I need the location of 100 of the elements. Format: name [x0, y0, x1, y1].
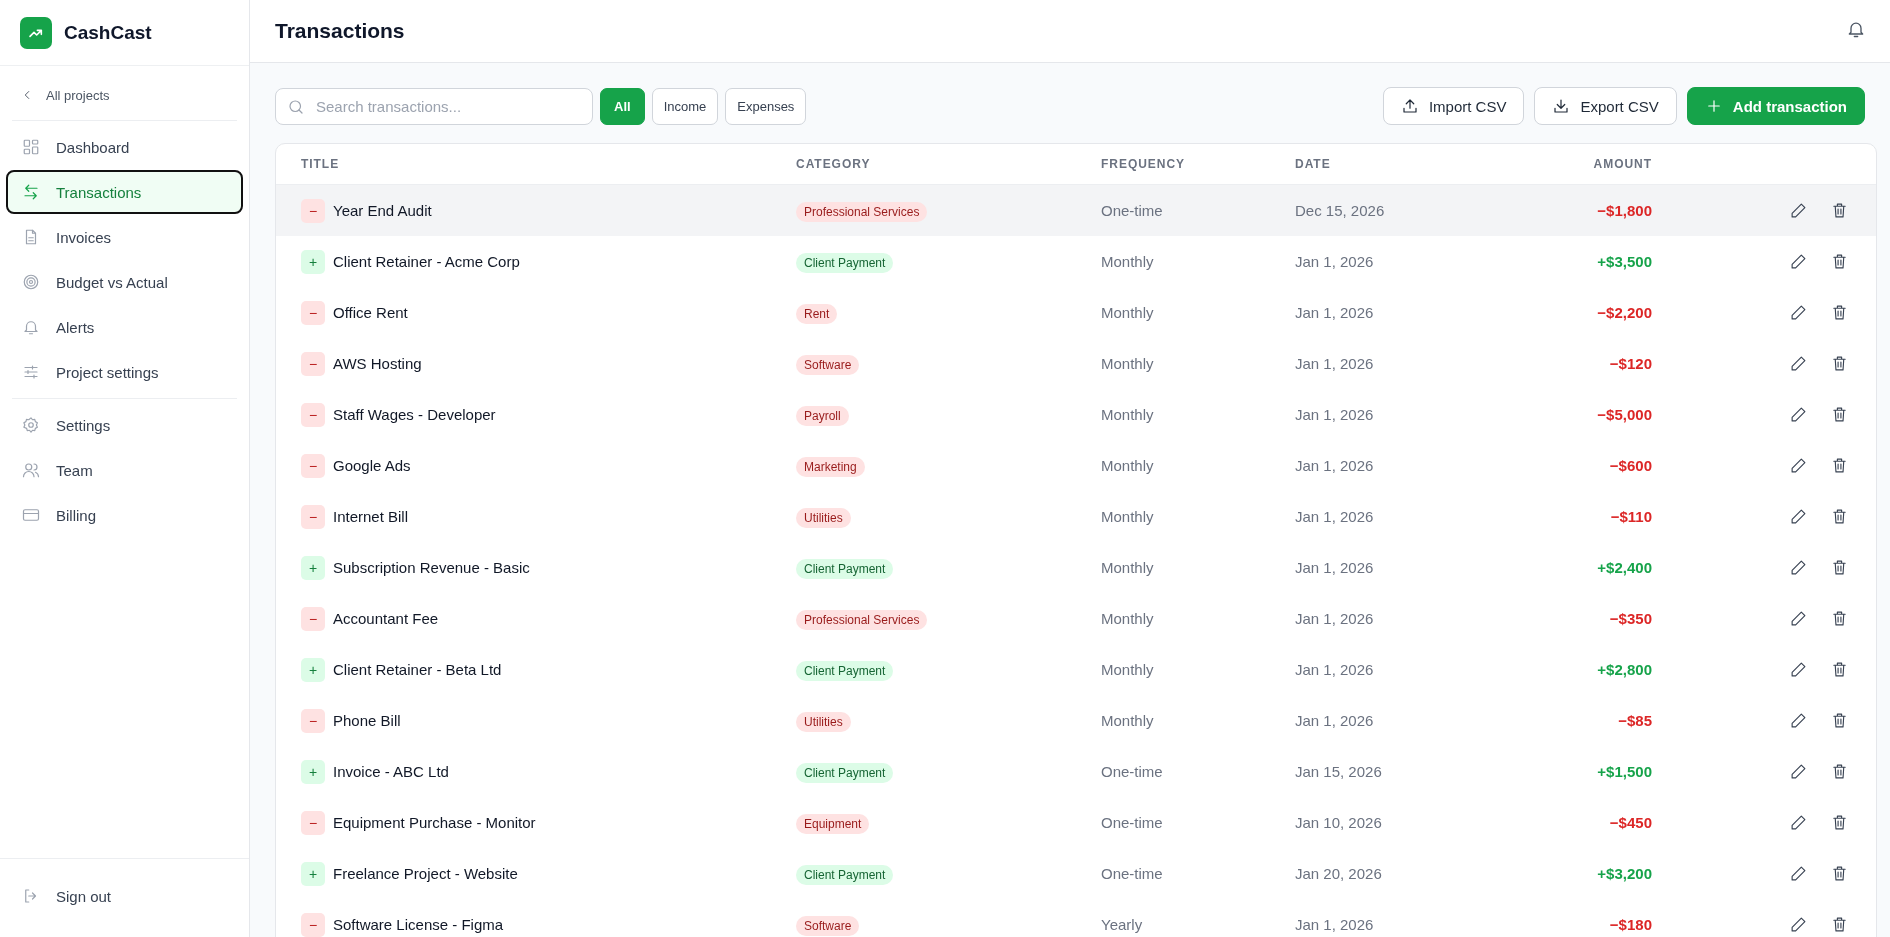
table-row[interactable]: − Internet Bill Utilities Monthly Jan 1, 2026 −$110	[276, 491, 1876, 542]
trash-icon[interactable]	[1831, 457, 1848, 474]
search-field[interactable]: Search transactions...	[275, 87, 593, 125]
date-cell-text: Jan 1, 2026	[1295, 559, 1375, 576]
title-cell: Staff Wages - Developer	[333, 406, 496, 423]
sign-badge: −	[301, 504, 325, 529]
trash-icon[interactable]	[1831, 559, 1848, 576]
title-cell: Year End Audit	[333, 202, 432, 219]
frequency-cell-text: Monthly	[1101, 253, 1155, 270]
date-cell-text: Jan 1, 2026	[1295, 661, 1375, 678]
table-row[interactable]: − Google Ads Marketing Monthly Jan 1, 2026 −$600	[276, 440, 1876, 491]
date-cell-text: Jan 1, 2026	[1295, 253, 1375, 270]
table-row[interactable]: − Staff Wages - Developer Payroll Monthly Jan 1, 2026 −$5,000	[276, 389, 1876, 440]
trash-icon[interactable]	[1831, 712, 1848, 729]
sign-badge: +	[301, 249, 325, 274]
export-button[interactable]: Export CSV	[1534, 87, 1677, 125]
search-icon	[287, 97, 305, 116]
download-icon	[1552, 97, 1571, 115]
amount-cell: −$5,000	[1597, 406, 1652, 423]
sign-badge: +	[301, 759, 325, 784]
table-row[interactable]: + Freelance Project - Website Client Payment One-time Jan 20, 2026 +$3,200	[276, 848, 1876, 899]
nav-item[interactable]: Project settings	[6, 350, 243, 394]
category-tag: Software	[796, 916, 860, 936]
trash-icon[interactable]	[1831, 304, 1848, 321]
title-cell: Phone Bill	[333, 712, 401, 729]
table-row[interactable]: − Year End Audit Professional Services One-time Dec 15, 2026 −$1,800	[276, 185, 1876, 236]
trash-icon[interactable]	[1831, 253, 1848, 270]
table-row[interactable]: + Subscription Revenue - Basic Client Payment Monthly Jan 1, 2026 +$2,400	[276, 542, 1876, 593]
amount-cell: +$3,500	[1597, 253, 1652, 270]
table-row[interactable]: − Equipment Purchase - Monitor Equipment One-time Jan 10, 2026 −$450	[276, 797, 1876, 848]
amount-cell: −$85	[1618, 712, 1652, 729]
pencil-icon[interactable]	[1790, 712, 1807, 729]
category-tag: Rent	[796, 304, 838, 324]
trash-icon[interactable]	[1831, 814, 1848, 831]
category-tag: Client Payment	[796, 763, 894, 783]
date-cell-text: Jan 1, 2026	[1295, 457, 1375, 474]
frequency-cell-text: Monthly	[1101, 559, 1155, 576]
category-tag: Client Payment	[796, 253, 894, 273]
logo-icon	[20, 16, 52, 49]
pencil-icon[interactable]	[1790, 610, 1807, 627]
gear-icon	[22, 416, 40, 434]
pencil-icon[interactable]	[1790, 202, 1807, 219]
filter-tab[interactable]: Expenses	[725, 87, 807, 125]
table-row[interactable]: + Client Retainer - Beta Ltd Client Payment Monthly Jan 1, 2026 +$2,800	[276, 644, 1876, 695]
nav-item[interactable]: Team	[6, 448, 243, 492]
amount-cell: +$2,400	[1597, 559, 1652, 576]
nav-item[interactable]: Invoices	[6, 215, 243, 259]
amount-cell: −$180	[1609, 916, 1652, 933]
category-tag: Client Payment	[796, 865, 894, 885]
title-cell: Subscription Revenue - Basic	[333, 559, 530, 576]
trash-icon[interactable]	[1831, 202, 1848, 219]
pencil-icon[interactable]	[1790, 763, 1807, 780]
nav-item[interactable]: Transactions	[6, 170, 243, 214]
pencil-icon[interactable]	[1790, 457, 1807, 474]
sign-badge: −	[301, 708, 325, 733]
nav-item[interactable]: Billing	[6, 493, 243, 537]
table-row[interactable]: − Accountant Fee Professional Services Monthly Jan 1, 2026 −$350	[276, 593, 1876, 644]
pencil-icon[interactable]	[1790, 304, 1807, 321]
trash-icon[interactable]	[1831, 355, 1848, 372]
pencil-icon[interactable]	[1790, 406, 1807, 423]
amount-cell: −$600	[1609, 457, 1652, 474]
nav-item[interactable]: Alerts	[6, 305, 243, 349]
pencil-icon[interactable]	[1790, 916, 1807, 933]
table-row[interactable]: + Client Retainer - Acme Corp Client Payment Monthly Jan 1, 2026 +$3,500	[276, 236, 1876, 287]
frequency-cell-text: Monthly	[1101, 355, 1155, 372]
nav-item[interactable]: Budget vs Actual	[6, 260, 243, 304]
trash-icon[interactable]	[1831, 610, 1848, 627]
date-cell-text: Jan 1, 2026	[1295, 355, 1375, 372]
title-cell: Office Rent	[333, 304, 408, 321]
trash-icon[interactable]	[1831, 763, 1848, 780]
trash-icon[interactable]	[1831, 406, 1848, 423]
table-row[interactable]: − AWS Hosting Software Monthly Jan 1, 2026 −$120	[276, 338, 1876, 389]
table-row[interactable]: − Software License - Figma Software Yearly Jan 1, 2026 −$180	[276, 899, 1876, 937]
sign-out-link[interactable]: Sign out	[6, 874, 243, 918]
trash-icon[interactable]	[1831, 508, 1848, 525]
sliders-icon	[22, 363, 40, 381]
pencil-icon[interactable]	[1790, 661, 1807, 678]
trash-icon[interactable]	[1831, 661, 1848, 678]
trash-icon[interactable]	[1831, 865, 1848, 882]
filter-tab[interactable]: Income	[651, 87, 719, 125]
nav-item[interactable]: Dashboard	[6, 125, 243, 169]
pencil-icon[interactable]	[1790, 559, 1807, 576]
table-row[interactable]: − Phone Bill Utilities Monthly Jan 1, 2026 −$85	[276, 695, 1876, 746]
title-cell: Equipment Purchase - Monitor	[333, 814, 536, 831]
trash-icon[interactable]	[1831, 916, 1848, 933]
nav-item[interactable]: Settings	[6, 403, 243, 447]
import-button[interactable]: Import CSV	[1382, 87, 1525, 125]
back-link[interactable]: All projects	[6, 74, 243, 116]
pencil-icon[interactable]	[1790, 355, 1807, 372]
title-cell: Accountant Fee	[333, 610, 439, 627]
date-cell-text: Jan 1, 2026	[1295, 916, 1375, 933]
amount-cell: +$1,500	[1597, 763, 1652, 780]
date-cell-text: Dec 15, 2026	[1295, 202, 1386, 219]
table-row[interactable]: + Invoice - ABC Ltd Client Payment One-time Jan 15, 2026 +$1,500	[276, 746, 1876, 797]
table-row[interactable]: − Office Rent Rent Monthly Jan 1, 2026 −$2,200	[276, 287, 1876, 338]
pencil-icon[interactable]	[1790, 508, 1807, 525]
pencil-icon[interactable]	[1790, 814, 1807, 831]
date-cell-text: Jan 1, 2026	[1295, 304, 1375, 321]
pencil-icon[interactable]	[1790, 865, 1807, 882]
pencil-icon[interactable]	[1790, 253, 1807, 270]
